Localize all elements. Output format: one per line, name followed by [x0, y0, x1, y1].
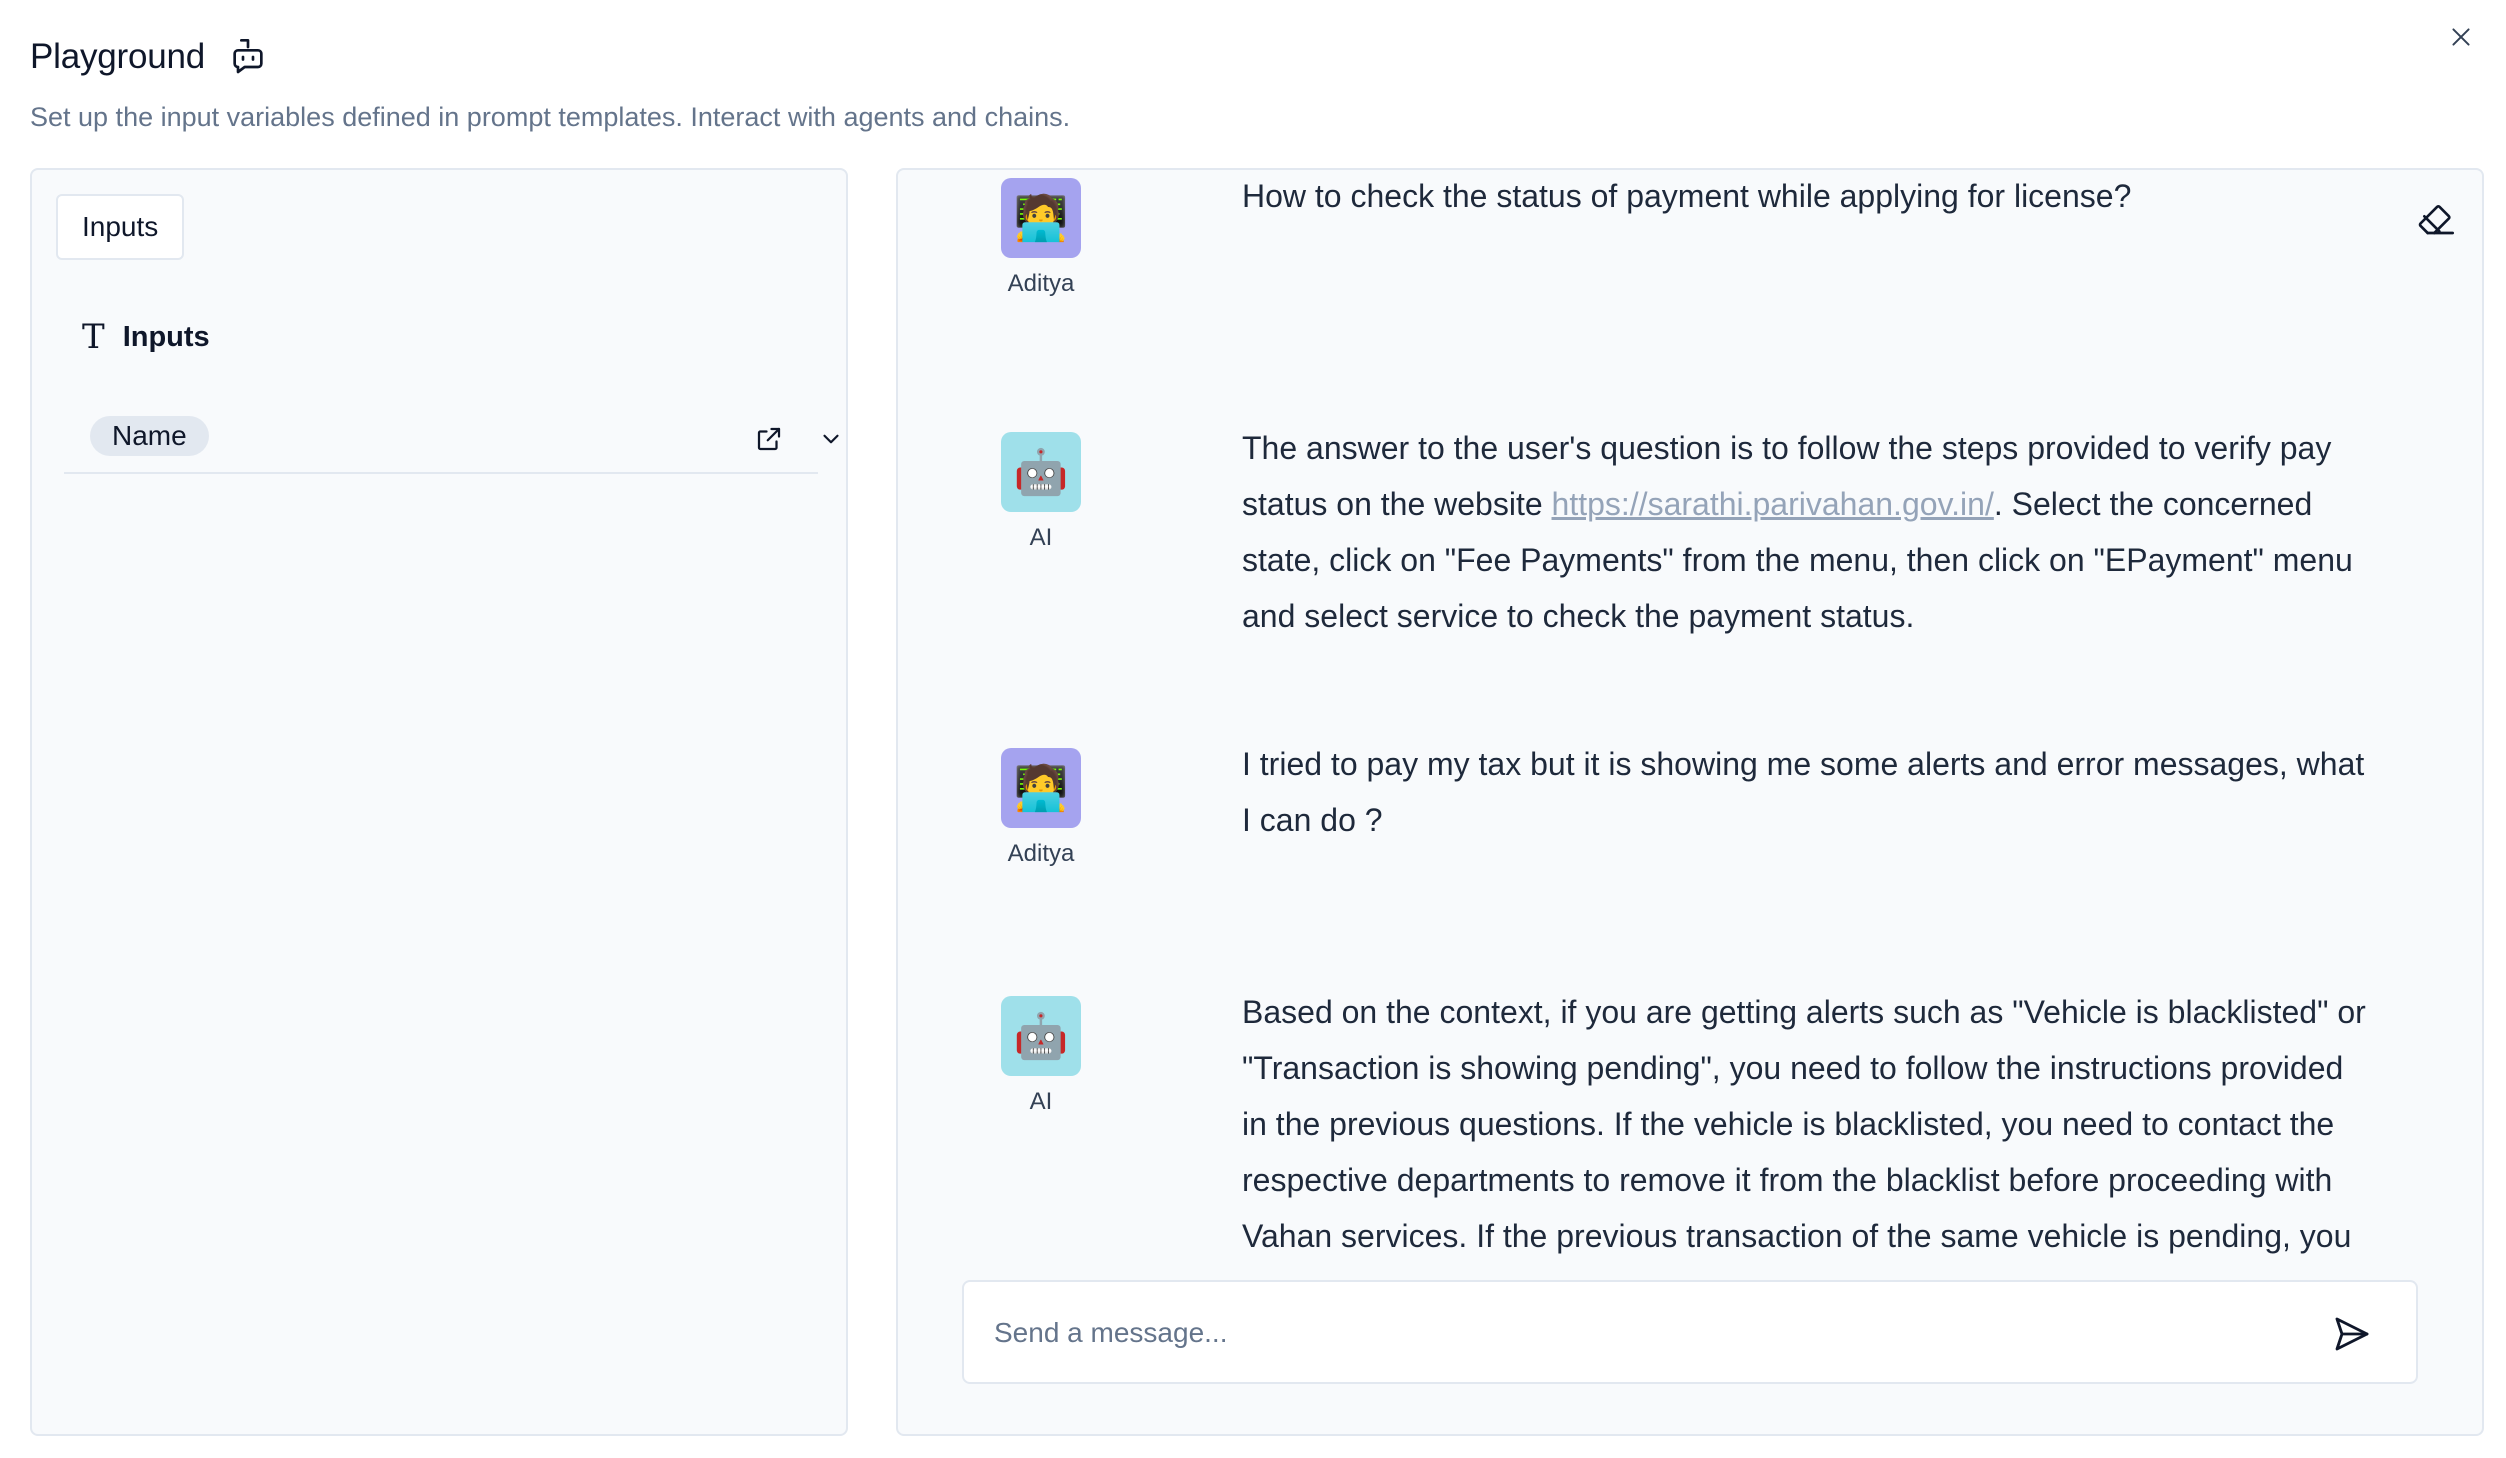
- text-type-icon: T: [82, 317, 105, 357]
- message-sender: Aditya: [1007, 840, 1075, 867]
- message-sender: Aditya: [1007, 270, 1075, 297]
- close-icon[interactable]: [2444, 20, 2478, 54]
- variable-name-chip: Name: [90, 416, 209, 456]
- message-sender: AI: [1029, 1088, 1053, 1115]
- page-title: Playground: [30, 37, 206, 76]
- inputs-section-header: T Inputs: [82, 320, 210, 354]
- chevron-down-icon[interactable]: [816, 424, 846, 454]
- header: Playground: [30, 36, 269, 78]
- message-text: Based on the context, if you are getting…: [1242, 994, 2366, 1254]
- inputs-section-label: Inputs: [122, 320, 210, 353]
- message-input[interactable]: [994, 1308, 2274, 1358]
- avatar: 🤖: [1001, 996, 1081, 1076]
- message-input-box: [962, 1280, 2418, 1384]
- send-icon[interactable]: [2330, 1312, 2374, 1356]
- message-text: How to check the status of payment while…: [1242, 178, 2132, 214]
- avatar: 🧑‍💻: [1001, 178, 1081, 258]
- variable-row[interactable]: Name: [64, 392, 839, 474]
- message-sender: AI: [1029, 524, 1053, 551]
- playground-dialog: Playground Set up the input variables de…: [0, 0, 2506, 1458]
- message-link[interactable]: https://sarathi.parivahan.gov.in/: [1552, 486, 1994, 522]
- external-link-icon[interactable]: [752, 422, 786, 456]
- inputs-panel: Inputs T Inputs Name: [30, 168, 848, 1436]
- chat-panel: 🧑‍💻 Aditya How to check the status of pa…: [896, 168, 2484, 1436]
- tab-inputs[interactable]: Inputs: [56, 194, 185, 260]
- eraser-icon[interactable]: [2414, 196, 2458, 240]
- message-text: I tried to pay my tax but it is showing …: [1242, 746, 2365, 838]
- avatar: 🤖: [1001, 432, 1081, 512]
- message-text: The answer to the user's question is to …: [1242, 420, 2372, 644]
- page-subtitle: Set up the input variables defined in pr…: [30, 102, 1071, 132]
- bot-message-icon: [227, 36, 269, 78]
- avatar: 🧑‍💻: [1001, 748, 1081, 828]
